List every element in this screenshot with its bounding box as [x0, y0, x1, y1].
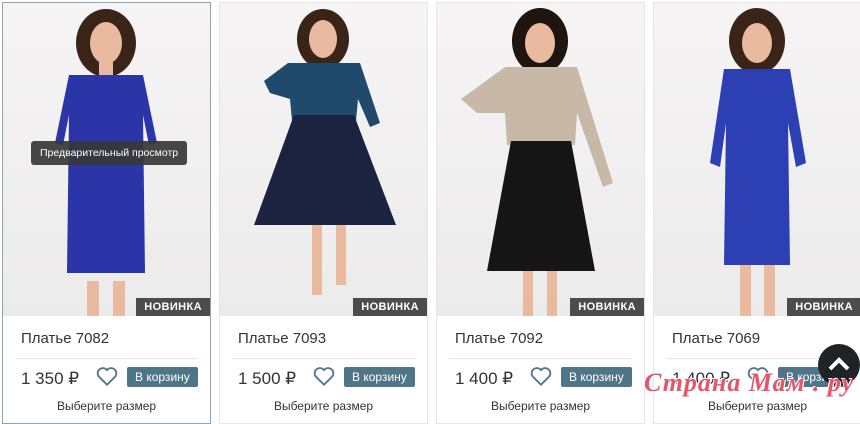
site-watermark: Страна Мам . ру	[644, 368, 855, 397]
product-price: 1 400 ₽	[455, 369, 514, 388]
heart-icon[interactable]	[530, 366, 552, 387]
select-size-link[interactable]: Выберите размер	[437, 399, 644, 413]
quick-view-tooltip[interactable]: Предварительный просмотр	[31, 141, 188, 165]
dress-photo	[710, 8, 806, 316]
select-size-link[interactable]: Выберите размер	[3, 399, 210, 413]
add-to-cart-button[interactable]: В корзину	[344, 367, 415, 387]
divider	[449, 358, 632, 359]
product-name[interactable]: Платье 7069	[672, 330, 760, 347]
product-image[interactable]: НОВИНКА	[654, 3, 860, 316]
product-name[interactable]: Платье 7092	[455, 330, 543, 347]
new-badge: НОВИНКА	[787, 298, 860, 316]
dress-photo	[461, 8, 613, 316]
product-card[interactable]: Предварительный просмотр НОВИНКА Платье …	[2, 2, 211, 424]
divider	[232, 358, 415, 359]
divider	[15, 358, 198, 359]
product-price: 1 350 ₽	[21, 369, 80, 388]
product-image[interactable]: НОВИНКА	[220, 3, 427, 316]
product-price: 1 500 ₽	[238, 369, 297, 388]
product-grid: Предварительный просмотр НОВИНКА Платье …	[2, 2, 860, 424]
select-size-link[interactable]: Выберите размер	[220, 399, 427, 413]
product-image[interactable]: Предварительный просмотр НОВИНКА	[3, 3, 210, 316]
new-badge: НОВИНКА	[353, 298, 427, 316]
add-to-cart-button[interactable]: В корзину	[561, 367, 632, 387]
heart-icon[interactable]	[96, 366, 118, 387]
product-name[interactable]: Платье 7082	[21, 330, 109, 347]
dress-photo	[254, 9, 396, 295]
heart-icon[interactable]	[313, 366, 335, 387]
product-image[interactable]: НОВИНКА	[437, 3, 644, 316]
product-card[interactable]: НОВИНКА Платье 7093 1 500 ₽ В корзину Вы…	[219, 2, 428, 424]
select-size-link[interactable]: Выберите размер	[654, 399, 860, 413]
new-badge: НОВИНКА	[136, 298, 210, 316]
new-badge: НОВИНКА	[570, 298, 644, 316]
add-to-cart-button[interactable]: В корзину	[127, 367, 198, 387]
product-name[interactable]: Платье 7093	[238, 330, 326, 347]
product-card[interactable]: НОВИНКА Платье 7092 1 400 ₽ В корзину Вы…	[436, 2, 645, 424]
